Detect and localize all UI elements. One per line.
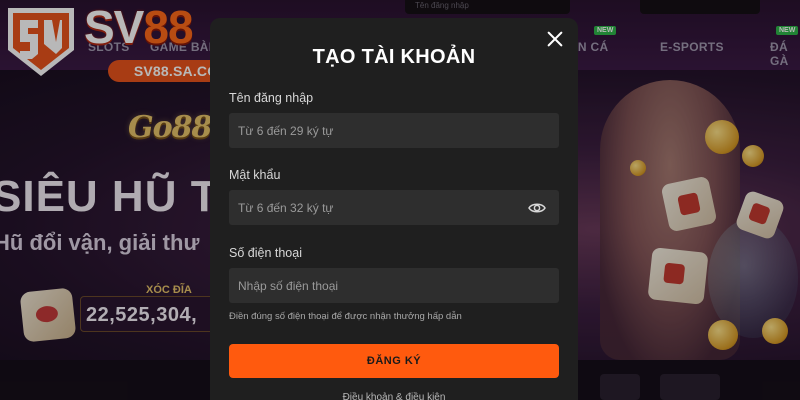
password-field[interactable]	[229, 190, 559, 225]
modal-title: TẠO TÀI KHOẢN	[312, 46, 476, 68]
register-modal: TẠO TÀI KHOẢN Tên đăng nhập Mật khẩu Số …	[210, 18, 578, 400]
register-button[interactable]: ĐĂNG KÝ	[229, 344, 559, 378]
eye-icon[interactable]	[528, 200, 546, 216]
password-label: Mật khẩu	[229, 168, 281, 182]
phone-hint: Điền đúng số điện thoại để được nhận thư…	[229, 311, 462, 322]
phone-label: Số điện thoại	[229, 246, 302, 260]
terms-link[interactable]: Điều khoản & điều kiện	[210, 392, 578, 400]
username-label: Tên đăng nhập	[229, 91, 314, 105]
page: Tên đăng nhập SLOTS GAME BÀI BẮN CÁ E-SP…	[0, 0, 800, 400]
phone-field[interactable]	[229, 268, 559, 303]
close-icon[interactable]	[544, 28, 566, 50]
username-field[interactable]	[229, 113, 559, 148]
